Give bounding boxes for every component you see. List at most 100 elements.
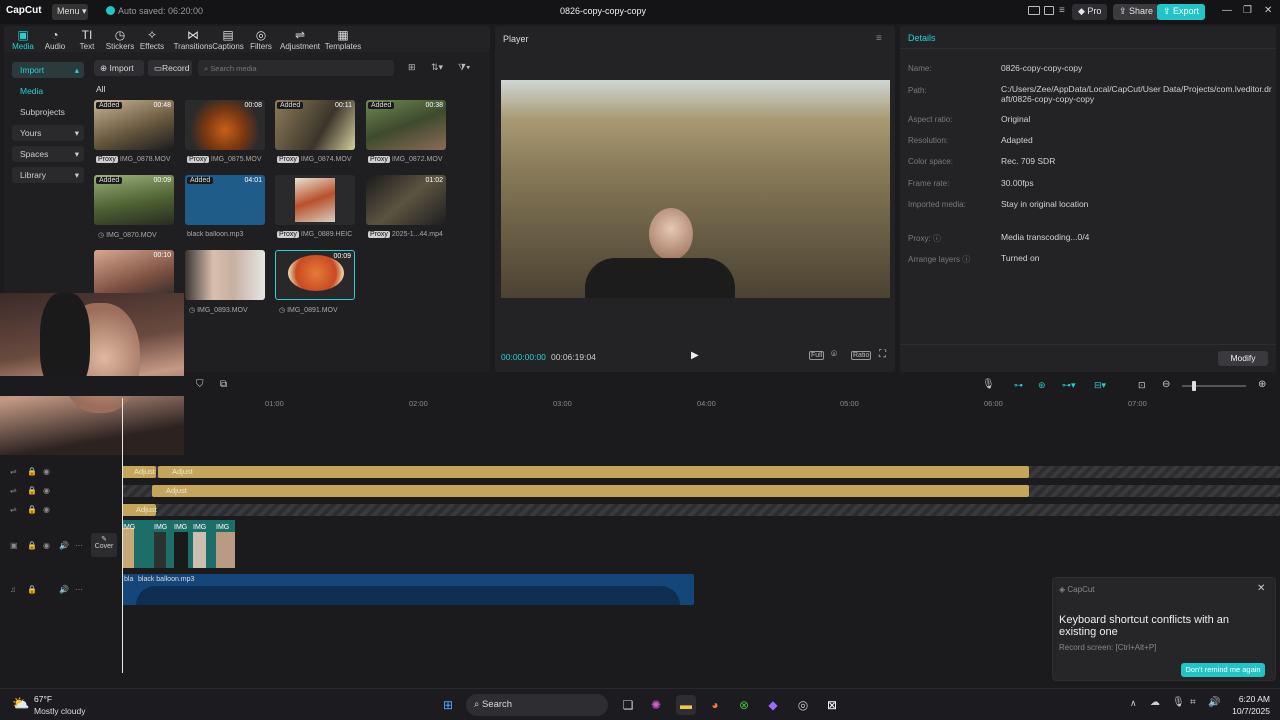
- audio-clip[interactable]: bla black balloon.mp3: [122, 574, 694, 605]
- close-icon[interactable]: ✕: [1264, 5, 1272, 16]
- toast-close-icon[interactable]: ✕: [1257, 583, 1265, 594]
- record-button[interactable]: ▭Record: [148, 60, 192, 76]
- tool-effects[interactable]: ✧ Effects: [135, 28, 169, 51]
- firefox-icon[interactable]: ◕: [705, 695, 725, 715]
- microphone-icon[interactable]: 🎙: [982, 379, 995, 390]
- info-icon[interactable]: ⓘ: [962, 255, 970, 264]
- lock-icon[interactable]: 🔒: [27, 467, 37, 476]
- xbox-icon[interactable]: ⊗: [734, 695, 754, 715]
- media-thumb[interactable]: Added 00:38: [366, 100, 446, 150]
- adjust-clip[interactable]: Adjust: [122, 466, 156, 478]
- lock-icon[interactable]: 🔒: [27, 541, 37, 550]
- timeline-ruler[interactable]: 01:00 02:00 03:00 04:00 05:00 06:00 07:0…: [122, 396, 1280, 410]
- sort-icon[interactable]: ⇅▾: [431, 62, 443, 73]
- tray-chevron-icon[interactable]: ∧: [1130, 698, 1137, 709]
- snap-icon[interactable]: ⊶▾: [1062, 380, 1076, 391]
- clock-date[interactable]: 10/7/2025: [1226, 706, 1270, 716]
- playhead[interactable]: [122, 398, 123, 673]
- media-thumb[interactable]: Added 00:11: [275, 100, 355, 150]
- video-preview[interactable]: [501, 80, 890, 298]
- import-button[interactable]: ⊕ Import: [94, 60, 144, 76]
- pro-button[interactable]: ◆ Pro: [1072, 4, 1108, 20]
- media-thumb[interactable]: Added 00:48: [94, 100, 174, 150]
- modify-button[interactable]: Modify: [1218, 351, 1268, 366]
- lock-icon[interactable]: 🔒: [27, 585, 37, 594]
- sidebar-item-media[interactable]: Media: [12, 83, 84, 99]
- network-icon[interactable]: ⌗: [1190, 697, 1196, 708]
- filter-all[interactable]: All: [96, 84, 105, 94]
- capcut-taskbar-icon[interactable]: ⊠: [822, 695, 842, 715]
- video-clip[interactable]: IMG: [154, 520, 167, 568]
- fullscreen-icon[interactable]: ⛶: [879, 349, 886, 360]
- zoom-in-icon[interactable]: ⊕: [1258, 379, 1266, 390]
- dont-remind-button[interactable]: Don't remind me again: [1181, 663, 1265, 677]
- file-explorer-icon[interactable]: ▬: [676, 695, 696, 715]
- tool-media[interactable]: ▣ Media: [6, 28, 40, 51]
- tool-stickers[interactable]: ◷ Stickers: [103, 28, 137, 51]
- tool-filters[interactable]: ◎ Filters: [244, 28, 278, 51]
- menu-button[interactable]: Menu ▾: [52, 4, 88, 20]
- filter-icon[interactable]: ⧩▾: [458, 62, 470, 73]
- link-icon[interactable]: ⊶: [1014, 380, 1023, 391]
- grid-view-icon[interactable]: ⊞: [408, 62, 416, 73]
- sidebar-item-spaces[interactable]: Spaces ▾: [12, 146, 84, 162]
- eye-icon[interactable]: ◉: [43, 486, 50, 495]
- eye-icon[interactable]: ◉: [43, 505, 50, 514]
- adjust-clip[interactable]: Adjust: [122, 504, 157, 516]
- video-clip[interactable]: IMG: [216, 520, 235, 568]
- layout-icon[interactable]: [1028, 6, 1040, 15]
- onedrive-icon[interactable]: ☁: [1150, 697, 1160, 708]
- media-thumb[interactable]: Added 00:09: [94, 175, 174, 225]
- media-thumb[interactable]: [185, 250, 265, 300]
- weather-icon[interactable]: ⛅: [12, 695, 29, 712]
- tool-transitions[interactable]: ⋈ Transitions: [172, 28, 214, 51]
- share-button[interactable]: ⇪ Share: [1113, 4, 1160, 20]
- taskbar-search[interactable]: ⌕ Search: [466, 694, 608, 716]
- tool-templates[interactable]: ▦ Templates: [323, 28, 363, 51]
- start-icon[interactable]: ⊞: [438, 695, 458, 715]
- clock-time[interactable]: 6:20 AM: [1228, 694, 1270, 704]
- zoom-slider[interactable]: [1182, 381, 1246, 391]
- eye-icon[interactable]: ◉: [43, 467, 50, 476]
- weather-temp[interactable]: 67°F: [34, 694, 52, 704]
- sidebar-item-library[interactable]: Library ▾: [12, 167, 84, 183]
- info-icon[interactable]: ⓘ: [933, 234, 941, 243]
- list-icon[interactable]: ≡: [1059, 5, 1065, 16]
- marker-icon[interactable]: ⛉: [196, 379, 204, 390]
- volume-tray-icon[interactable]: 🔊: [1208, 697, 1220, 708]
- ratio-button[interactable]: Ratio: [851, 351, 872, 360]
- video-clip[interactable]: IMG: [174, 520, 188, 568]
- mic-tray-icon[interactable]: 🎙: [1172, 697, 1185, 708]
- media-thumb[interactable]: [275, 175, 355, 225]
- sidebar-item-import[interactable]: Import ▴: [12, 62, 84, 78]
- search-input[interactable]: ⌕ Search media: [198, 60, 394, 76]
- maximize-icon[interactable]: ❐: [1243, 5, 1252, 16]
- zoom-handle[interactable]: [1192, 381, 1196, 391]
- export-button[interactable]: ⇪ Export: [1157, 4, 1206, 20]
- magnet-icon[interactable]: ⊛: [1038, 380, 1046, 391]
- split-icon[interactable]: ⊟▾: [1094, 380, 1106, 391]
- zoom-out-icon[interactable]: ⊖: [1162, 379, 1170, 390]
- tool-text[interactable]: TI Text: [70, 28, 104, 51]
- preview-axis-icon[interactable]: ⊡: [1138, 380, 1146, 391]
- copilot-icon[interactable]: ✺: [646, 695, 666, 715]
- sidebar-item-yours[interactable]: Yours ▾: [12, 125, 84, 141]
- obs-icon[interactable]: ◎: [793, 695, 813, 715]
- video-clip[interactable]: IMG: [122, 520, 135, 568]
- media-thumb-selected[interactable]: 00:09: [275, 250, 355, 300]
- adjust-clip[interactable]: Adjust: [158, 466, 1029, 478]
- play-icon[interactable]: ▶: [691, 350, 699, 361]
- obsidian-icon[interactable]: ◆: [763, 695, 783, 715]
- tool-audio[interactable]: ◔ Audio: [38, 28, 72, 51]
- weather-desc[interactable]: Mostly cloudy: [34, 706, 86, 716]
- media-thumb[interactable]: 00:08: [185, 100, 265, 150]
- sidebar-item-subprojects[interactable]: Subprojects: [12, 104, 84, 120]
- full-button[interactable]: Full: [809, 351, 825, 360]
- volume-icon[interactable]: 🔊: [59, 541, 69, 550]
- task-view-icon[interactable]: ❏: [618, 695, 638, 715]
- screenshot-icon[interactable]: ⧉: [220, 379, 227, 390]
- minimize-icon[interactable]: —: [1222, 5, 1232, 16]
- lock-icon[interactable]: 🔒: [27, 486, 37, 495]
- eye-icon[interactable]: ◉: [43, 541, 50, 550]
- track-adjust-icon[interactable]: ⇌: [10, 505, 17, 514]
